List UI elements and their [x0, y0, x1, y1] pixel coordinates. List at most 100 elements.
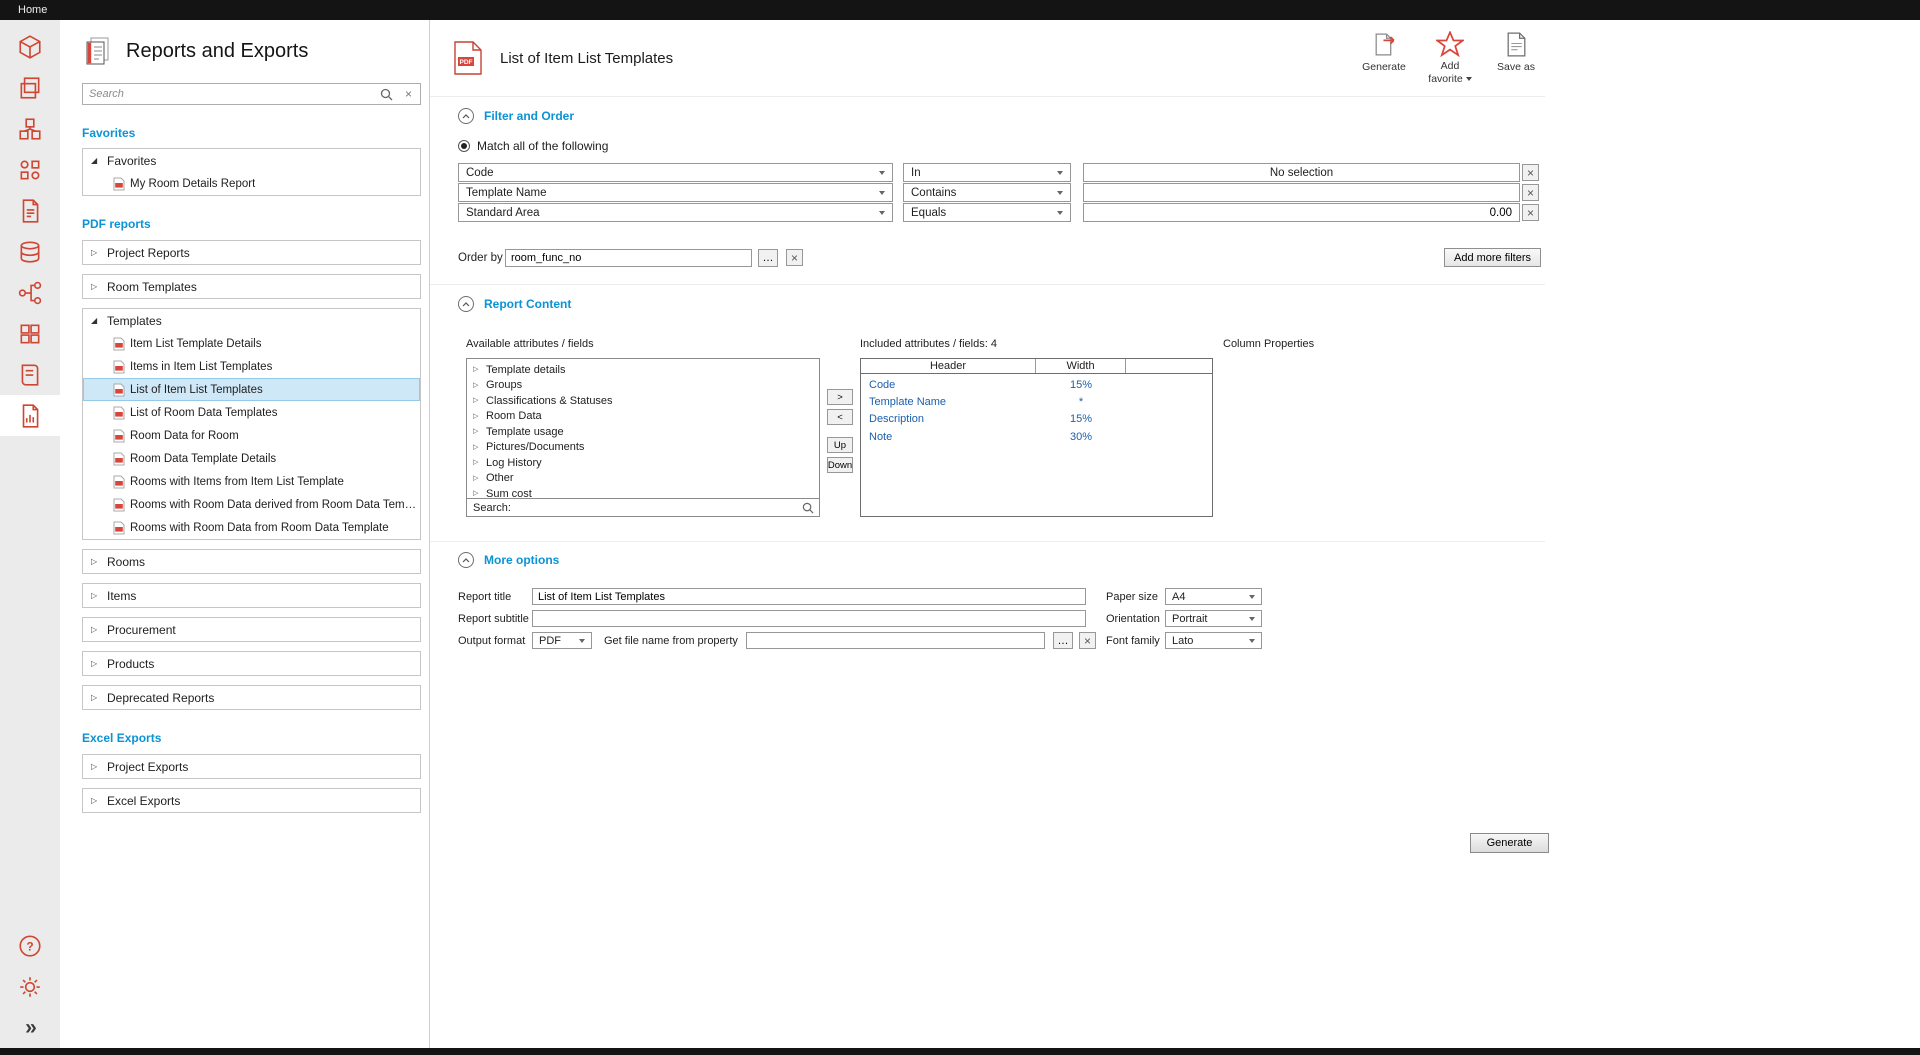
report-item[interactable]: Room Data Template Details	[83, 447, 420, 470]
report-item[interactable]: Rooms with Items from Item List Template	[83, 470, 420, 493]
collapse-arrow-icon[interactable]: ◢	[91, 317, 101, 325]
report-subtitle-input[interactable]	[532, 610, 1086, 627]
generate-button[interactable]: Generate	[1355, 31, 1413, 85]
paper-size-select[interactable]: A4	[1165, 588, 1262, 605]
clear-search-icon[interactable]: ×	[405, 87, 412, 101]
report-title-input[interactable]	[532, 588, 1086, 605]
double-cube-icon[interactable]	[0, 67, 60, 108]
search-input[interactable]	[83, 84, 383, 104]
filter-value-picker[interactable]: No selection	[1083, 163, 1520, 182]
filter-operator-select[interactable]: In	[903, 163, 1071, 182]
remove-filter-button[interactable]: ×	[1522, 204, 1539, 221]
filter-field-select[interactable]: Code	[458, 163, 893, 182]
report-item[interactable]: Rooms with Room Data derived from Room D…	[83, 493, 420, 516]
shapes-icon[interactable]	[0, 149, 60, 190]
gear-icon[interactable]	[0, 966, 60, 1007]
expand-arrow-icon[interactable]: ▷	[473, 490, 481, 497]
expand-arrow-icon[interactable]: ▷	[473, 366, 481, 373]
orientation-select[interactable]: Portrait	[1165, 610, 1262, 627]
export-group[interactable]: ▷ Excel Exports	[82, 788, 421, 813]
favorite-report-item[interactable]: My Room Details Report	[83, 172, 420, 195]
report-item[interactable]: Rooms with Room Data from Room Data Temp…	[83, 516, 420, 539]
expand-arrow-icon[interactable]: ▷	[91, 558, 101, 566]
expand-arrow-icon[interactable]: ▷	[91, 592, 101, 600]
file-name-browse-button[interactable]: …	[1053, 632, 1073, 649]
expand-arrow-icon[interactable]: ▷	[473, 397, 481, 404]
filter-operator-select[interactable]: Equals	[903, 203, 1071, 222]
report-group[interactable]: ▷ Procurement	[82, 617, 421, 642]
attribute-group-item[interactable]: ▷ Log History	[467, 455, 819, 471]
clear-order-by-button[interactable]: ×	[786, 249, 803, 266]
table-row[interactable]: Note 30%	[861, 428, 1212, 445]
remove-filter-button[interactable]: ×	[1522, 184, 1539, 201]
collapse-section-button[interactable]	[458, 552, 474, 568]
report-item[interactable]: Item List Template Details	[83, 332, 420, 355]
document-icon[interactable]	[0, 190, 60, 231]
expand-arrow-icon[interactable]: ▷	[473, 382, 481, 389]
coins-icon[interactable]	[0, 231, 60, 272]
collapse-arrow-icon[interactable]: ◢	[91, 157, 101, 165]
add-favorite-button[interactable]: Addfavorite	[1421, 31, 1479, 85]
file-name-property-input[interactable]	[746, 632, 1045, 649]
attribute-group-item[interactable]: ▷ Classifications & Statuses	[467, 393, 819, 409]
table-row[interactable]: Template Name *	[861, 393, 1212, 410]
report-group[interactable]: ▷ Project Reports	[82, 240, 421, 265]
save-as-button[interactable]: Save as	[1487, 31, 1545, 85]
order-by-input[interactable]	[505, 249, 752, 267]
report-item[interactable]: Items in Item List Templates	[83, 355, 420, 378]
attribute-group-item[interactable]: ▷ Pictures/Documents	[467, 440, 819, 456]
filter-value-input[interactable]	[1083, 183, 1520, 202]
cubes-icon[interactable]	[0, 108, 60, 149]
expand-arrow-icon[interactable]: ▷	[91, 626, 101, 634]
expand-arrow-icon[interactable]: ▷	[91, 797, 101, 805]
report-group[interactable]: ▷ Room Templates	[82, 274, 421, 299]
expand-icon[interactable]: »	[0, 1007, 60, 1048]
remove-filter-button[interactable]: ×	[1522, 164, 1539, 181]
font-family-select[interactable]: Lato	[1165, 632, 1262, 649]
templates-group-header[interactable]: ◢ Templates	[83, 309, 420, 332]
report-group[interactable]: ▷ Items	[82, 583, 421, 608]
expand-arrow-icon[interactable]: ▷	[91, 249, 101, 257]
output-format-select[interactable]: PDF	[532, 632, 592, 649]
clear-file-name-button[interactable]: ×	[1079, 632, 1096, 649]
report-item[interactable]: List of Room Data Templates	[83, 401, 420, 424]
move-down-button[interactable]: Down	[827, 457, 853, 473]
match-all-radio[interactable]	[458, 140, 470, 152]
collapse-section-button[interactable]	[458, 108, 474, 124]
filter-value-input[interactable]	[1083, 203, 1520, 222]
report-icon[interactable]	[0, 395, 60, 436]
cube-icon[interactable]	[0, 26, 60, 67]
table-row[interactable]: Description 15%	[861, 411, 1212, 428]
expand-arrow-icon[interactable]: ▷	[473, 459, 481, 466]
report-item[interactable]: List of Item List Templates	[83, 378, 420, 401]
expand-arrow-icon[interactable]: ▷	[473, 428, 481, 435]
flow-icon[interactable]	[0, 272, 60, 313]
expand-arrow-icon[interactable]: ▷	[91, 763, 101, 771]
table-row[interactable]: Code 15%	[861, 376, 1212, 393]
help-icon[interactable]: ?	[0, 925, 60, 966]
filter-field-select[interactable]: Template Name	[458, 183, 893, 202]
home-menu[interactable]: Home	[18, 4, 47, 16]
report-group[interactable]: ▷ Rooms	[82, 549, 421, 574]
attribute-group-item[interactable]: ▷ Other	[467, 471, 819, 487]
move-up-button[interactable]: Up	[827, 437, 853, 453]
report-group[interactable]: ▷ Deprecated Reports	[82, 685, 421, 710]
expand-arrow-icon[interactable]: ▷	[91, 283, 101, 291]
filter-field-select[interactable]: Standard Area	[458, 203, 893, 222]
add-more-filters-button[interactable]: Add more filters	[1444, 248, 1541, 267]
expand-arrow-icon[interactable]: ▷	[91, 694, 101, 702]
filter-operator-select[interactable]: Contains	[903, 183, 1071, 202]
report-item[interactable]: Room Data for Room	[83, 424, 420, 447]
generate-report-button[interactable]: Generate	[1470, 833, 1549, 853]
expand-arrow-icon[interactable]: ▷	[473, 444, 481, 451]
expand-arrow-icon[interactable]: ▷	[91, 660, 101, 668]
book-icon[interactable]	[0, 354, 60, 395]
report-group[interactable]: ▷ Products	[82, 651, 421, 676]
blocks-icon[interactable]	[0, 313, 60, 354]
favorites-root-node[interactable]: ◢ Favorites	[83, 149, 420, 172]
attribute-group-item[interactable]: ▷ Template usage	[467, 424, 819, 440]
expand-arrow-icon[interactable]: ▷	[473, 413, 481, 420]
order-by-browse-button[interactable]: …	[758, 249, 778, 267]
attribute-group-item[interactable]: ▷ Room Data	[467, 409, 819, 425]
move-right-button[interactable]: >	[827, 389, 853, 405]
